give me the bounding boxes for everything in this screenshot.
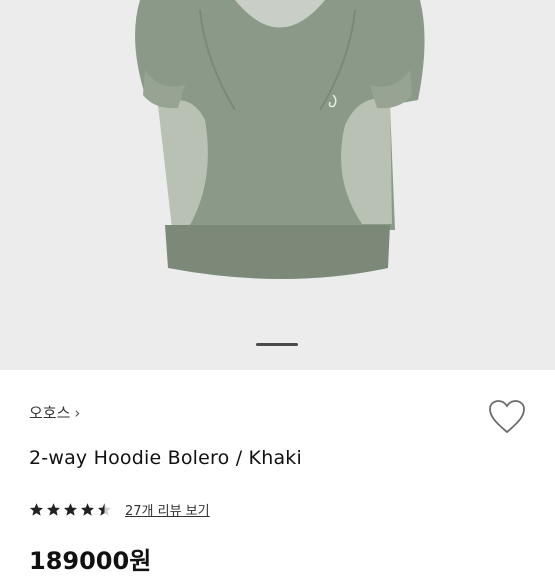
gallery-page-indicator bbox=[256, 343, 298, 346]
rating-row: 27개 리뷰 보기 bbox=[29, 500, 210, 519]
chevron-right-icon: › bbox=[74, 403, 81, 422]
star-half-icon bbox=[97, 503, 112, 516]
star-full-icon bbox=[46, 503, 61, 516]
product-price: 189000원 bbox=[29, 547, 152, 575]
product-image-gallery[interactable] bbox=[0, 0, 555, 370]
heart-outline-icon[interactable] bbox=[487, 398, 527, 436]
product-title: 2-way Hoodie Bolero / Khaki bbox=[29, 447, 302, 469]
star-full-icon bbox=[63, 503, 78, 516]
rating-stars bbox=[29, 502, 112, 517]
brand-link[interactable]: 오호스 › bbox=[29, 402, 80, 423]
product-image bbox=[135, 0, 425, 279]
garment-hem-rib bbox=[165, 225, 390, 279]
star-full-icon bbox=[80, 503, 95, 516]
reviews-link[interactable]: 27개 리뷰 보기 bbox=[125, 500, 210, 519]
brand-name: 오호스 bbox=[29, 404, 71, 422]
star-full-icon bbox=[29, 503, 44, 516]
